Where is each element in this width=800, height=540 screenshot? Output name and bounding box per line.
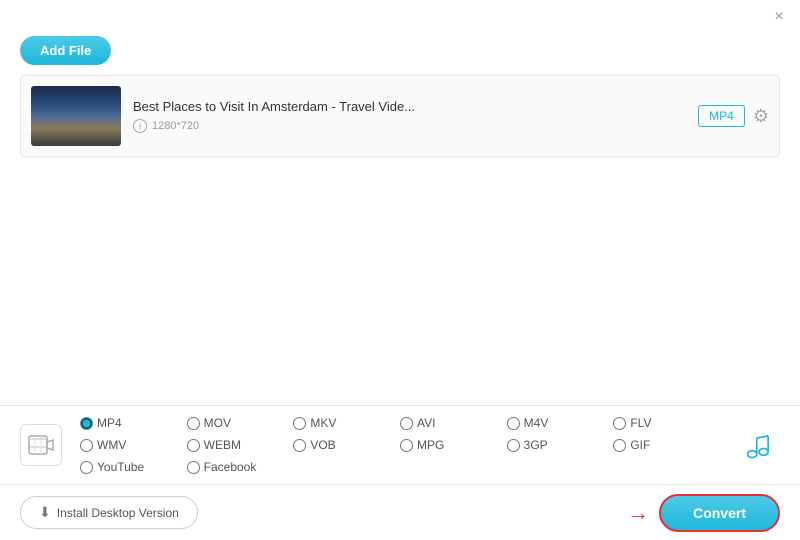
format-option-m4v[interactable]: M4V (507, 416, 614, 430)
add-file-button[interactable]: Add File (20, 36, 111, 65)
format-panel: MP4 MOV MKV AVI M4V FLV WMV WEBM VOB MPG (0, 405, 800, 485)
format-option-youtube[interactable]: YouTube (80, 460, 187, 474)
format-option-wmv[interactable]: WMV (80, 438, 187, 452)
format-option-3gp[interactable]: 3GP (507, 438, 614, 452)
format-option-webm[interactable]: WEBM (187, 438, 294, 452)
download-icon: ⬇ (39, 504, 51, 521)
convert-area: → Convert (627, 494, 780, 532)
format-option-mpg[interactable]: MPG (400, 438, 507, 452)
format-option-avi[interactable]: AVI (400, 416, 507, 430)
arrow-indicator: → (627, 500, 649, 526)
format-option-vob[interactable]: VOB (293, 438, 400, 452)
install-label: Install Desktop Version (57, 506, 179, 520)
file-list: Best Places to Visit In Amsterdam - Trav… (20, 75, 780, 157)
toolbar: Add File (0, 30, 800, 75)
action-bar: ⬇ Install Desktop Version → Convert (0, 485, 800, 540)
file-thumbnail (31, 86, 121, 146)
file-actions: MP4 ⚙ (698, 105, 769, 127)
format-option-facebook[interactable]: Facebook (187, 460, 294, 474)
file-resolution: 1280*720 (152, 120, 199, 132)
format-option-gif[interactable]: GIF (613, 438, 720, 452)
music-format-icon[interactable] (738, 424, 780, 466)
file-item: Best Places to Visit In Amsterdam - Trav… (31, 86, 769, 146)
format-option-mp4[interactable]: MP4 (80, 416, 187, 430)
install-desktop-button[interactable]: ⬇ Install Desktop Version (20, 496, 198, 529)
file-info: Best Places to Visit In Amsterdam - Trav… (133, 99, 686, 133)
format-badge[interactable]: MP4 (698, 105, 745, 127)
video-format-icon[interactable] (20, 424, 62, 466)
title-bar: × (0, 0, 800, 30)
close-button[interactable]: × (770, 8, 788, 26)
convert-button[interactable]: Convert (659, 494, 780, 532)
format-options-grid: MP4 MOV MKV AVI M4V FLV WMV WEBM VOB MPG (80, 416, 720, 474)
info-icon: i (133, 119, 147, 133)
format-option-mkv[interactable]: MKV (293, 416, 400, 430)
format-option-flv[interactable]: FLV (613, 416, 720, 430)
file-meta: i 1280*720 (133, 119, 686, 133)
file-name: Best Places to Visit In Amsterdam - Trav… (133, 99, 686, 114)
format-option-mov[interactable]: MOV (187, 416, 294, 430)
settings-icon[interactable]: ⚙ (753, 106, 769, 127)
content-area (0, 157, 800, 357)
